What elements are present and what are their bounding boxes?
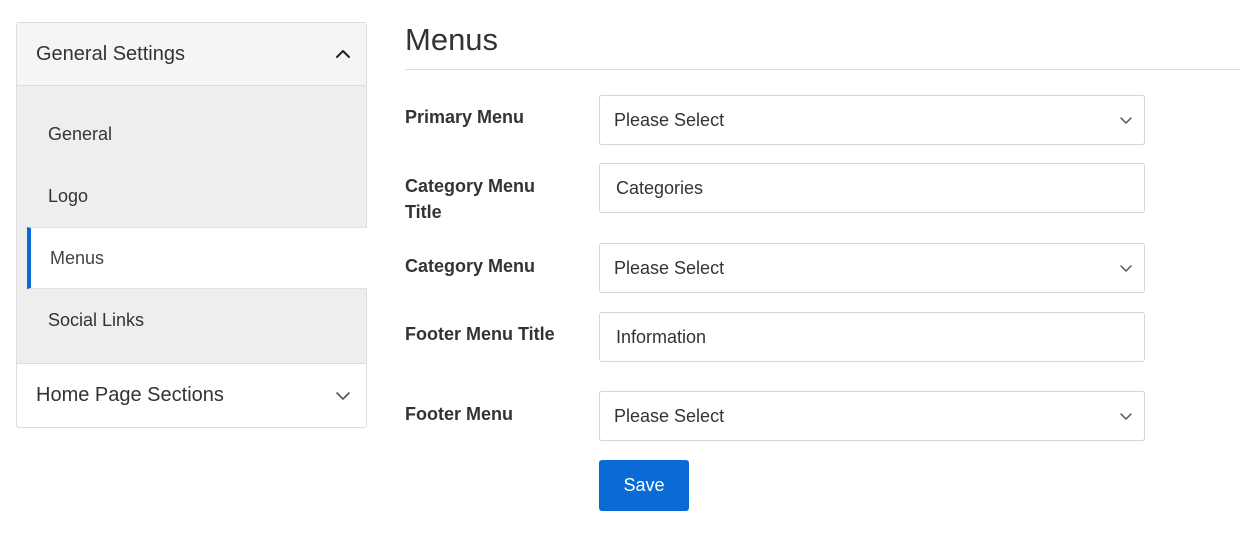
- select-value: Please Select: [614, 257, 725, 278]
- select-value: Please Select: [614, 109, 725, 130]
- chevron-down-icon: [1120, 265, 1132, 272]
- primary-menu-label: Primary Menu: [405, 107, 525, 127]
- accordion-body-general-settings: General Logo Menus Social Links: [17, 86, 367, 364]
- chevron-down-icon: [1120, 413, 1132, 420]
- chevron-down-icon: [336, 391, 350, 400]
- sidebar-item-label: Logo: [48, 185, 89, 206]
- category-menu-title-label: Category Menu Title: [405, 176, 536, 222]
- input-value: Information: [616, 326, 707, 347]
- input-value: Categories: [616, 177, 704, 198]
- category-menu-select[interactable]: Please Select: [599, 243, 1145, 293]
- footer-menu-title-label: Footer Menu Title: [405, 324, 555, 344]
- footer-menu-label: Footer Menu: [405, 404, 513, 424]
- sidebar-item-menus[interactable]: Menus: [27, 227, 367, 289]
- select-value: Please Select: [614, 405, 725, 426]
- footer-menu-title-input[interactable]: Information: [599, 312, 1145, 362]
- footer-menu-select[interactable]: Please Select: [599, 391, 1145, 441]
- accordion-home-page-sections[interactable]: Home Page Sections: [17, 364, 366, 427]
- sidebar-item-label: Menus: [50, 247, 105, 268]
- sidebar-item-general[interactable]: General: [27, 103, 366, 165]
- sidebar-item-label: General: [48, 123, 113, 144]
- title-divider: [405, 69, 1240, 70]
- sidebar-item-logo[interactable]: Logo: [27, 165, 366, 227]
- chevron-down-icon: [1120, 117, 1132, 124]
- page-title: Menus: [405, 22, 499, 57]
- accordion-general-settings[interactable]: General Settings: [17, 23, 366, 86]
- accordion-label: Home Page Sections: [36, 384, 224, 406]
- sidebar-item-label: Social Links: [48, 309, 145, 330]
- primary-menu-select[interactable]: Please Select: [599, 95, 1145, 145]
- settings-sidebar: General Settings General Logo Menus Soci…: [16, 22, 367, 428]
- accordion-label: General Settings: [36, 42, 185, 65]
- sidebar-item-social-links[interactable]: Social Links: [27, 289, 366, 351]
- chevron-up-icon: [336, 50, 350, 58]
- category-menu-title-input[interactable]: Categories: [599, 163, 1145, 213]
- save-button[interactable]: Save: [599, 460, 689, 511]
- category-menu-label: Category Menu: [405, 256, 536, 276]
